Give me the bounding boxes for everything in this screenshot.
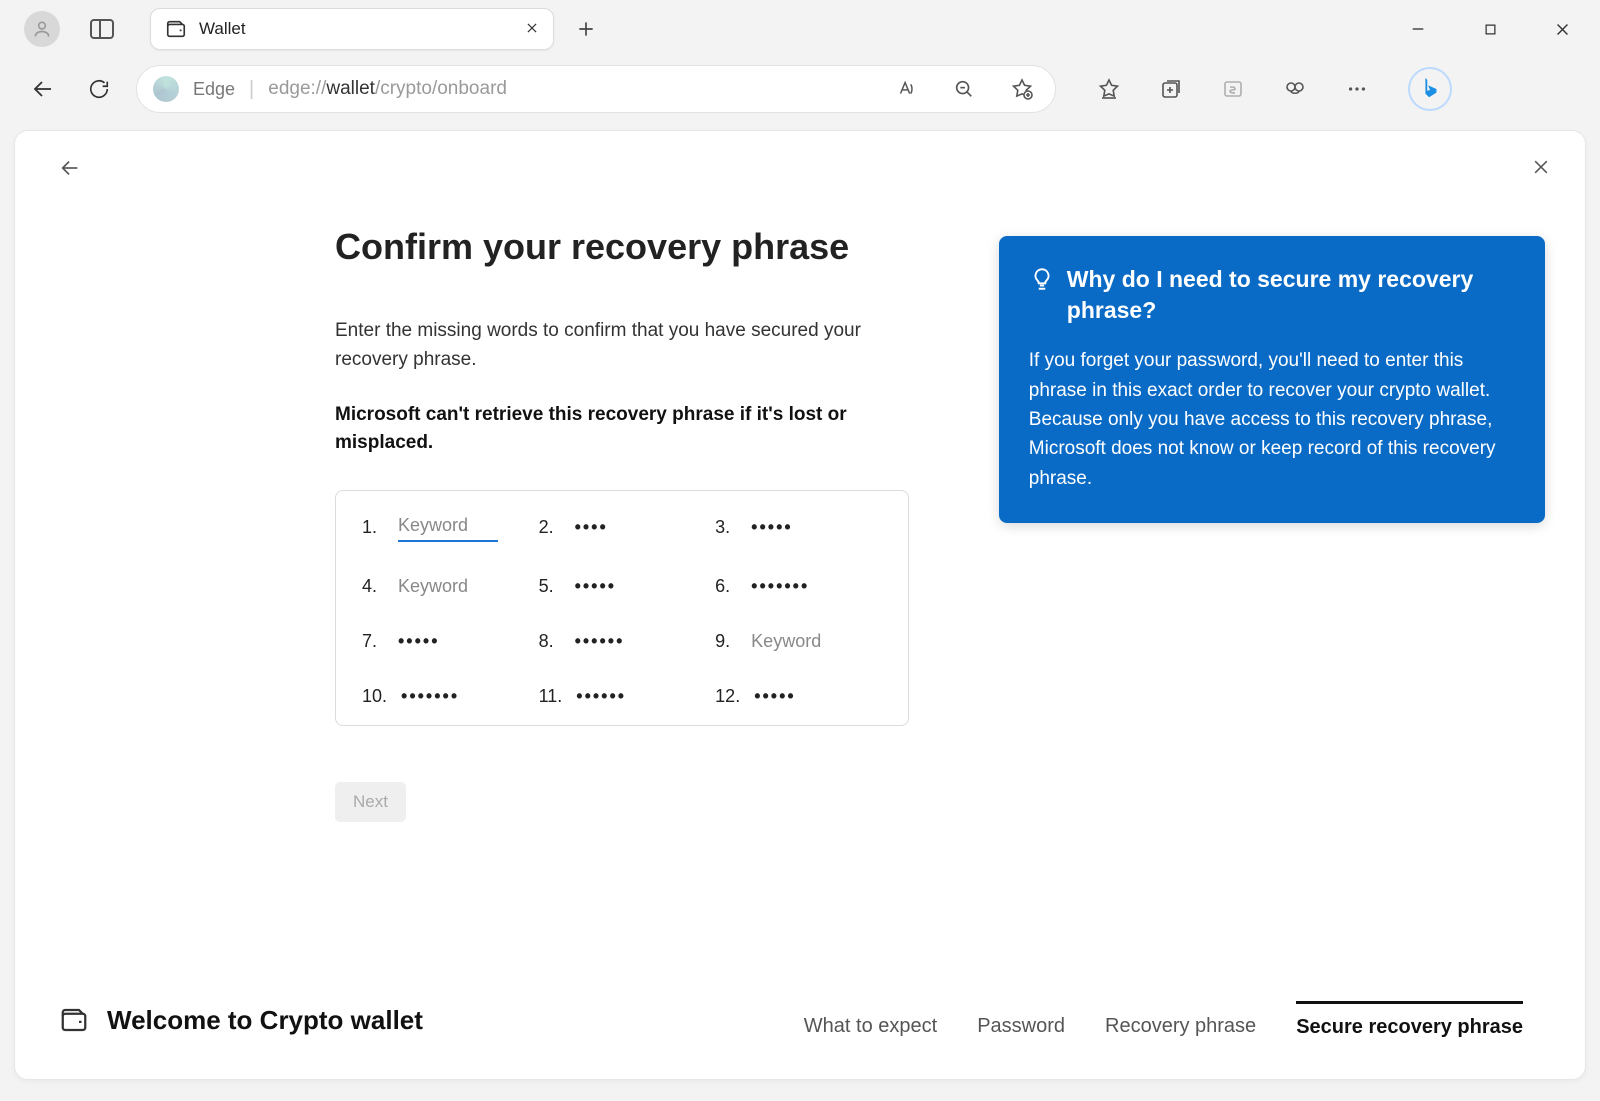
nav-refresh-button[interactable] xyxy=(80,70,118,108)
workspaces-icon xyxy=(90,19,114,39)
tab-title: Wallet xyxy=(199,19,513,39)
info-card-body: If you forget your password, you'll need… xyxy=(1029,346,1515,493)
phrase-number: 12. xyxy=(715,686,740,707)
phrase-number: 1. xyxy=(362,517,384,538)
info-card-title: Why do I need to secure my recovery phra… xyxy=(1067,264,1515,326)
phrase-cell: 2. •••• xyxy=(539,513,706,542)
main-content: Confirm your recovery phrase Enter the m… xyxy=(335,226,909,1001)
phrase-cell: 10. ••••••• xyxy=(362,686,529,707)
phrase-cell: 7. ••••• xyxy=(362,631,529,652)
window-maximize-button[interactable] xyxy=(1476,15,1504,43)
phrase-number: 6. xyxy=(715,576,737,597)
phrase-cell: 1. xyxy=(362,513,529,542)
profile-button[interactable] xyxy=(24,11,60,47)
address-bar[interactable]: Edge | edge://wallet/crypto/onboard xyxy=(136,65,1056,113)
browser-chrome: Wallet Edge xyxy=(0,0,1600,120)
address-separator: | xyxy=(249,78,254,101)
phrase-cell: 4. Keyword xyxy=(362,576,529,597)
lightbulb-icon xyxy=(1029,266,1055,300)
phrase-masked-word: ••••••• xyxy=(751,576,809,597)
footer-title: Welcome to Crypto wallet xyxy=(107,1005,423,1036)
phrase-cell: 6. ••••••• xyxy=(715,576,882,597)
phrase-number: 7. xyxy=(362,631,384,652)
favorite-button[interactable] xyxy=(1005,72,1039,106)
phrase-keyword-placeholder[interactable]: Keyword xyxy=(398,576,468,597)
page-title: Confirm your recovery phrase xyxy=(335,226,909,268)
phrase-number: 8. xyxy=(539,631,561,652)
phrase-number: 10. xyxy=(362,686,387,707)
footer-steps: What to expect Password Recovery phrase Sec… xyxy=(804,1001,1523,1039)
info-card: Why do I need to secure my recovery phra… xyxy=(999,236,1545,523)
collections-button[interactable] xyxy=(1154,72,1188,106)
phrase-masked-word: ••••• xyxy=(754,686,796,707)
toolbar: Edge | edge://wallet/crypto/onboard xyxy=(0,58,1600,120)
browser-tab[interactable]: Wallet xyxy=(150,8,554,50)
wallet-icon xyxy=(165,18,187,40)
bing-chat-button[interactable] xyxy=(1408,67,1452,111)
phrase-masked-word: ••••• xyxy=(751,517,793,538)
phrase-cell: 5. ••••• xyxy=(539,576,706,597)
page-subtitle: Enter the missing words to confirm that … xyxy=(335,316,909,375)
onboarding-step[interactable]: What to expect xyxy=(804,1003,937,1038)
page-close-button[interactable] xyxy=(1531,157,1551,184)
phrase-masked-word: •••••• xyxy=(575,631,625,652)
url-text: edge://wallet/crypto/onboard xyxy=(268,78,507,100)
phrase-cell: 11. •••••• xyxy=(539,686,706,707)
settings-menu-button[interactable] xyxy=(1340,72,1374,106)
phrase-number: 9. xyxy=(715,631,737,652)
onboarding-step[interactable]: Recovery phrase xyxy=(1105,1003,1256,1038)
browser-essentials-button[interactable] xyxy=(1278,72,1312,106)
phrase-number: 4. xyxy=(362,576,384,597)
phrase-masked-word: •••• xyxy=(575,517,608,538)
recovery-phrase-grid: 1.2.••••3.•••••4.Keyword5.•••••6.•••••••… xyxy=(335,490,909,726)
next-button[interactable]: Next xyxy=(335,782,406,822)
window-minimize-button[interactable] xyxy=(1404,15,1432,43)
onboarding-step[interactable]: Secure recovery phrase xyxy=(1296,1001,1523,1039)
phrase-cell: 8. •••••• xyxy=(539,631,706,652)
page-back-button[interactable] xyxy=(59,157,81,184)
wallet-page: Confirm your recovery phrase Enter the m… xyxy=(14,130,1586,1080)
onboarding-step[interactable]: Password xyxy=(977,1003,1065,1038)
window-controls xyxy=(1404,15,1588,43)
edge-logo-icon xyxy=(153,76,179,102)
workspaces-button[interactable] xyxy=(90,19,114,39)
edge-label: Edge xyxy=(193,79,235,100)
phrase-number: 3. xyxy=(715,517,737,538)
phrase-keyword-input[interactable] xyxy=(398,513,498,542)
nav-back-button[interactable] xyxy=(24,70,62,108)
new-tab-button[interactable] xyxy=(566,9,606,49)
page-footer: Welcome to Crypto wallet What to expect P… xyxy=(15,1001,1585,1079)
favorites-bar-button[interactable] xyxy=(1092,72,1126,106)
titlebar: Wallet xyxy=(0,0,1600,58)
wallet-icon xyxy=(59,1005,89,1035)
phrase-masked-word: ••••••• xyxy=(401,686,459,707)
page-warning: Microsoft can't retrieve this recovery p… xyxy=(335,401,909,458)
phrase-cell: 3. ••••• xyxy=(715,513,882,542)
phrase-masked-word: ••••• xyxy=(575,576,617,597)
phrase-masked-word: •••••• xyxy=(576,686,626,707)
zoom-out-button[interactable] xyxy=(947,72,981,106)
phrase-number: 5. xyxy=(539,576,561,597)
phrase-keyword-placeholder[interactable]: Keyword xyxy=(751,631,821,652)
phrase-cell: 12. ••••• xyxy=(715,686,882,707)
tab-close-button[interactable] xyxy=(525,19,539,40)
window-close-button[interactable] xyxy=(1548,15,1576,43)
ie-mode-button[interactable] xyxy=(1216,72,1250,106)
toolbar-icons xyxy=(1092,67,1452,111)
phrase-number: 11. xyxy=(539,686,563,707)
phrase-cell: 9. Keyword xyxy=(715,631,882,652)
read-aloud-button[interactable] xyxy=(889,72,923,106)
phrase-number: 2. xyxy=(539,517,561,538)
phrase-masked-word: ••••• xyxy=(398,631,440,652)
